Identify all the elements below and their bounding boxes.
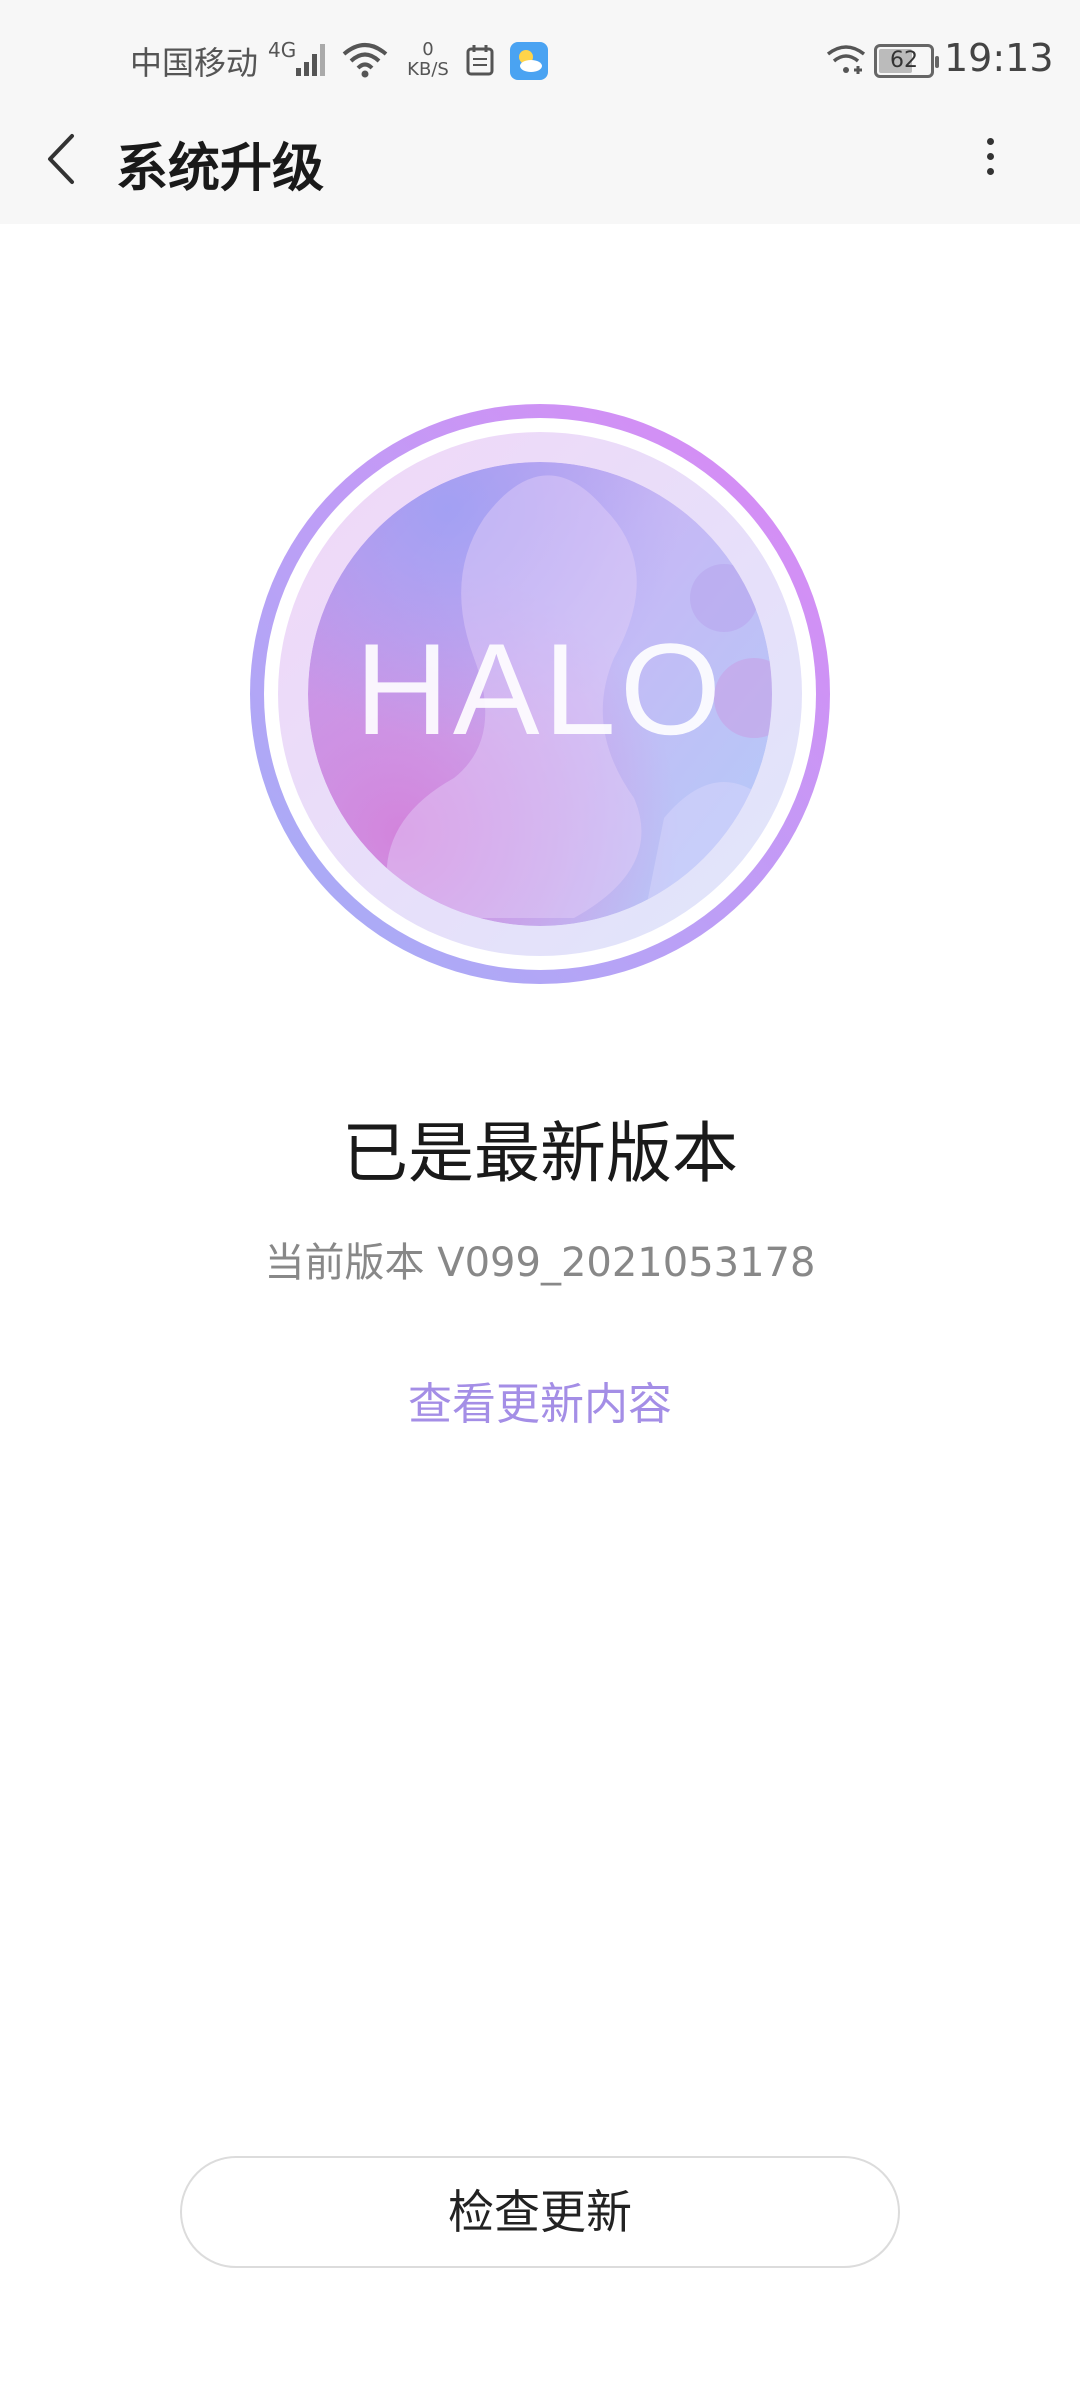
logo-text: HALO bbox=[355, 616, 725, 762]
weather-icon bbox=[510, 42, 548, 80]
battery-level: 62 bbox=[890, 48, 918, 73]
speed-unit: KB/S bbox=[407, 59, 449, 80]
battery-icon: 62 bbox=[874, 44, 939, 78]
more-dot bbox=[986, 168, 994, 175]
carrier-name: 中国移动 bbox=[130, 44, 259, 82]
current-version: 当前版本 V099_2021053178 bbox=[264, 1240, 816, 1286]
view-changelog-link[interactable]: 查看更新内容 bbox=[0, 1368, 1080, 1432]
more-options-button[interactable] bbox=[970, 130, 1010, 190]
check-update-button[interactable]: 检查更新 bbox=[180, 2156, 900, 2268]
speed-value: 0 bbox=[422, 39, 434, 60]
network-speed: 0 KB/S bbox=[404, 40, 452, 80]
signal-icon bbox=[292, 40, 332, 84]
wifi-icon bbox=[340, 40, 390, 84]
wifi-calling-icon bbox=[826, 44, 866, 84]
chevron-left-icon bbox=[48, 134, 74, 184]
halo-logo: HALO bbox=[244, 398, 836, 990]
clock-time: 19:13 bbox=[944, 36, 1054, 80]
more-vertical-icon bbox=[986, 138, 994, 145]
back-button[interactable] bbox=[38, 124, 88, 194]
calendar-icon bbox=[466, 44, 494, 80]
update-status-title: 已是最新版本 bbox=[342, 1115, 738, 1192]
page-title: 系统升级 bbox=[116, 139, 325, 199]
more-dot bbox=[986, 153, 994, 160]
